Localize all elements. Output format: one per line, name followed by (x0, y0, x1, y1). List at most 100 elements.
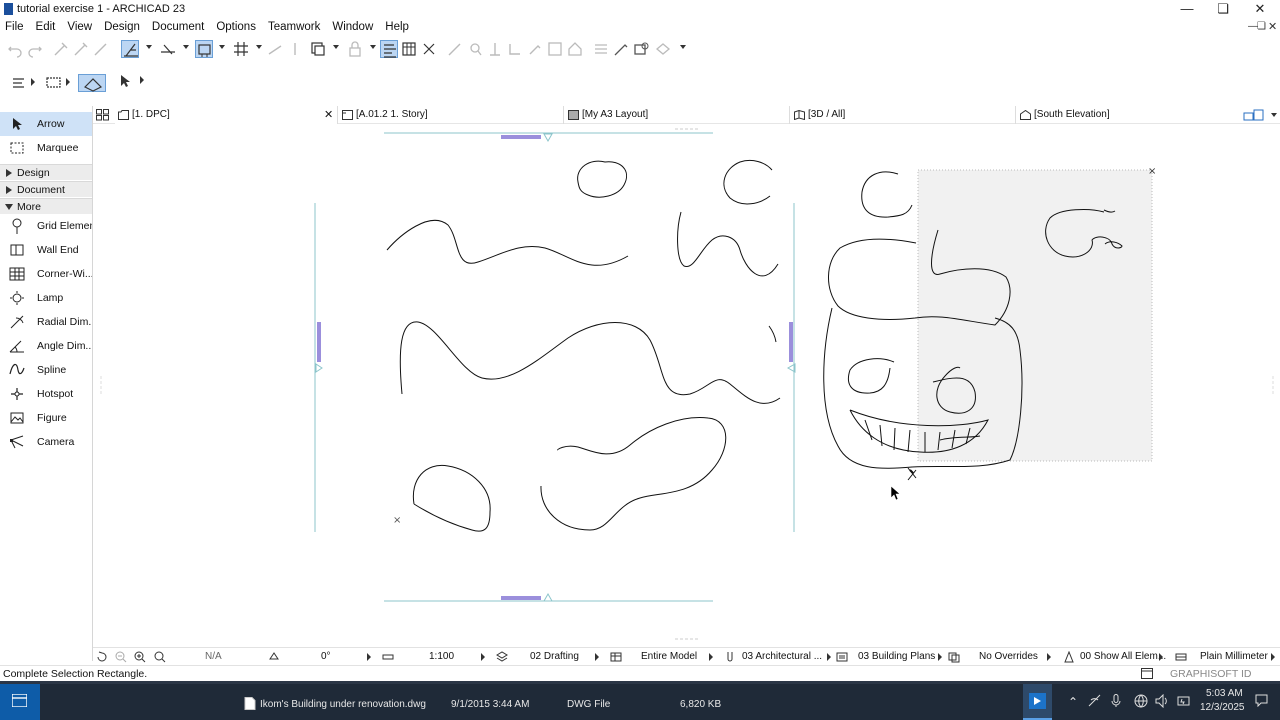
start-button[interactable] (0, 681, 40, 720)
menu-window[interactable]: Window (326, 18, 379, 36)
selection-rectangle[interactable] (917, 169, 1153, 462)
display-order-icon[interactable] (309, 40, 327, 58)
edit-tool-7-icon[interactable] (566, 40, 584, 58)
dimension-standard-value[interactable]: Plain Millimeter (1200, 651, 1268, 662)
dimension-standard-icon[interactable] (1175, 651, 1187, 663)
angle-value[interactable]: 0° (321, 651, 331, 662)
layer-settings-icon[interactable] (400, 40, 418, 58)
view-tool-2-icon[interactable] (612, 40, 630, 58)
file-name[interactable]: Ikom's Building under renovation.dwg (260, 699, 426, 710)
tool-radial-dimension[interactable]: Radial Dim... (0, 310, 92, 334)
tool-wall-end[interactable]: Wall End (0, 238, 92, 262)
suspend-groups-icon[interactable] (380, 40, 398, 58)
grid-snap-icon[interactable] (232, 40, 250, 58)
menu-edit[interactable]: Edit (30, 18, 62, 36)
taskbar-app-archicad[interactable] (1023, 684, 1052, 720)
gravity-icon[interactable] (266, 40, 284, 58)
pen-set-value[interactable]: 03 Architectural ... (742, 651, 822, 662)
marquee-shape-icon[interactable] (45, 74, 63, 92)
zoom-in-icon[interactable] (134, 651, 146, 663)
tab-close-icon[interactable]: ✕ (324, 108, 333, 121)
guide-lines-icon[interactable] (159, 40, 177, 58)
tool-angle-dimension[interactable]: Angle Dim... (0, 334, 92, 358)
speaker-icon[interactable] (1155, 694, 1169, 708)
tool-grid-element[interactable]: Grid Element (0, 214, 92, 238)
menu-document[interactable]: Document (146, 18, 210, 36)
network-icon[interactable] (1088, 694, 1101, 707)
edit-tool-5-icon[interactable] (526, 40, 544, 58)
inject-icon[interactable] (72, 40, 90, 58)
model-view-value[interactable]: Entire Model (641, 651, 697, 662)
doc-close-button[interactable]: ✕ (1268, 20, 1277, 33)
graphic-override-icon[interactable] (948, 651, 960, 663)
view-tool-1-icon[interactable] (592, 40, 610, 58)
redo-icon[interactable] (26, 40, 44, 58)
selection-method-icon[interactable] (10, 74, 28, 92)
partial-structure-icon[interactable] (1063, 651, 1075, 663)
drawing-svg[interactable]: × × (93, 124, 1280, 646)
menu-options[interactable]: Options (210, 18, 262, 36)
graphic-override-value[interactable]: No Overrides (979, 651, 1038, 662)
lock-icon[interactable] (346, 40, 364, 58)
tool-hotspot[interactable]: Hotspot (0, 382, 92, 406)
model-view-icon[interactable] (610, 651, 622, 663)
zoom-out-icon[interactable] (115, 651, 127, 663)
edit-tool-4-icon[interactable] (506, 40, 524, 58)
show-hidden-icons-icon[interactable]: ⌃ (1068, 695, 1078, 709)
graphisoft-id-label[interactable]: GRAPHISOFT ID (1170, 668, 1251, 680)
trim-icon[interactable] (286, 40, 304, 58)
report-window-icon[interactable] (1141, 668, 1153, 679)
partial-structure-value[interactable]: 00 Show All Elem... (1080, 651, 1166, 662)
close-window-button[interactable]: ✕ (1242, 0, 1278, 18)
menu-view[interactable]: View (61, 18, 98, 36)
view-tool-4-icon[interactable] (654, 40, 672, 58)
section-more[interactable]: More (0, 198, 92, 214)
snap-points-icon[interactable] (195, 40, 213, 58)
zoom-back-icon[interactable] (96, 651, 108, 663)
tab-south-elevation[interactable]: [South Elevation] (1017, 106, 1241, 124)
menu-file[interactable]: File (0, 18, 30, 36)
tool-arrow[interactable]: Arrow (0, 112, 92, 136)
navigator-icon[interactable] (1243, 109, 1267, 124)
rotated-rectangle-icon[interactable] (78, 74, 106, 92)
snap-guides-icon[interactable] (121, 40, 139, 58)
tool-lamp[interactable]: Lamp (0, 286, 92, 310)
clock-date[interactable]: 12/3/2025 (1200, 702, 1245, 713)
layer-combination-icon[interactable] (496, 651, 508, 663)
pen-set-icon[interactable] (724, 651, 736, 663)
view-tool-3-icon[interactable] (632, 40, 650, 58)
menu-teamwork[interactable]: Teamwork (262, 18, 326, 36)
microphone-icon[interactable] (1111, 694, 1121, 708)
fit-in-window-icon[interactable] (154, 651, 166, 663)
tab-list-dropdown-icon[interactable] (1271, 113, 1277, 117)
clock-time[interactable]: 5:03 AM (1206, 688, 1243, 699)
tab-overview-icon[interactable] (96, 109, 110, 124)
battery-icon[interactable] (1177, 694, 1191, 708)
menu-design[interactable]: Design (98, 18, 146, 36)
tab-3d[interactable]: [3D / All] (791, 106, 1015, 124)
tool-figure[interactable]: Figure (0, 406, 92, 430)
globe-icon[interactable] (1134, 694, 1148, 708)
edit-tool-6-icon[interactable] (546, 40, 564, 58)
tool-camera[interactable]: Camera (0, 430, 92, 454)
section-document[interactable]: Document (0, 181, 92, 197)
menu-help[interactable]: Help (379, 18, 415, 36)
edit-tool-1-icon[interactable] (446, 40, 464, 58)
arrow-geometry-icon[interactable] (116, 72, 134, 90)
drafting-aids-icon[interactable] (420, 40, 438, 58)
undo-icon[interactable] (6, 40, 24, 58)
pick-up-icon[interactable] (52, 40, 70, 58)
section-design[interactable]: Design (0, 164, 92, 180)
selection-close-icon[interactable]: × (1148, 166, 1156, 177)
minimize-button[interactable]: — (1169, 0, 1205, 18)
scale-icon[interactable] (382, 651, 394, 663)
tool-marquee[interactable]: Marquee (0, 136, 92, 160)
magic-wand-icon[interactable] (92, 40, 110, 58)
tab-story[interactable]: [A.01.2 1. Story] (339, 106, 563, 124)
doc-restore-button[interactable]: ❏ (1257, 21, 1266, 32)
renovation-filter-icon[interactable] (836, 651, 848, 663)
notifications-icon[interactable] (1255, 694, 1268, 707)
drawing-canvas[interactable]: × × (93, 124, 1280, 646)
tab-dpc[interactable]: [1. DPC] ✕ (115, 106, 337, 124)
tool-corner-window[interactable]: Corner-Wi... (0, 262, 92, 286)
